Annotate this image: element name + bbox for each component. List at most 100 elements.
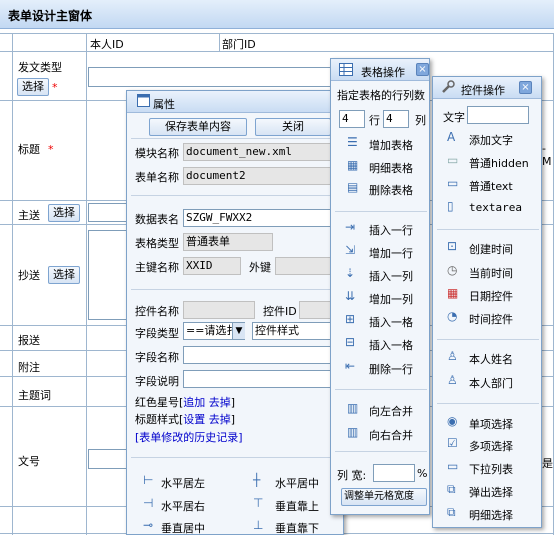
module-name-input[interactable]: document_new.xml xyxy=(183,143,343,161)
table-ops-header[interactable]: 表格操作 × xyxy=(331,59,429,81)
merge-right-icon[interactable]: ▥ xyxy=(347,425,358,439)
align-left-icon[interactable]: ⊢ xyxy=(143,473,153,487)
align-left-button[interactable]: 水平居左 xyxy=(161,475,205,491)
delete-table-button[interactable]: 删除表格 xyxy=(369,182,413,198)
align-vcenter-button[interactable]: 垂直居中 xyxy=(161,520,205,535)
title-style-set-link[interactable]: 设置 xyxy=(183,413,205,426)
align-bottom-button[interactable]: 垂直靠下 xyxy=(275,520,319,535)
align-hcenter-button[interactable]: 水平居中 xyxy=(275,475,319,491)
detail-table-icon[interactable]: ▦ xyxy=(347,158,358,172)
time-control-icon[interactable]: ◔ xyxy=(447,309,457,323)
form-name-input[interactable]: document2 xyxy=(183,167,343,185)
add-table-icon[interactable]: ☰ xyxy=(347,135,358,149)
time-control-button[interactable]: 时间控件 xyxy=(469,311,513,327)
align-vcenter-icon[interactable]: ⊸ xyxy=(143,518,153,532)
insert-cell-2-button[interactable]: 插入一格 xyxy=(369,337,413,353)
dropdown-icon[interactable]: ▭ xyxy=(447,459,458,473)
db-table-input[interactable]: SZGW_FWXX2 xyxy=(183,209,343,227)
append-col-button[interactable]: 增加一列 xyxy=(369,291,413,307)
align-bottom-icon[interactable]: ⊥ xyxy=(253,518,263,532)
create-time-icon[interactable]: ⊡ xyxy=(447,239,457,253)
save-form-button[interactable]: 保存表单内容 xyxy=(149,118,247,136)
clock-icon[interactable]: ◷ xyxy=(447,263,457,277)
detail-select-button[interactable]: 明细选择 xyxy=(469,507,513,523)
pk-name-input[interactable]: XXID xyxy=(183,257,241,275)
delete-table-icon[interactable]: ▤ xyxy=(347,180,358,194)
align-top-icon[interactable]: ⊤ xyxy=(253,496,263,510)
control-name-input[interactable] xyxy=(183,301,255,319)
dropdown-button[interactable]: 下拉列表 xyxy=(469,461,513,477)
detail-table-button[interactable]: 明细表格 xyxy=(369,160,413,176)
insert-cell-button[interactable]: 插入一格 xyxy=(369,314,413,330)
table-type-input[interactable]: 普通表单 xyxy=(183,233,273,251)
text-field-icon[interactable]: ▭ xyxy=(447,176,458,190)
field-name-input[interactable] xyxy=(183,346,343,364)
close-button[interactable]: 关闭 xyxy=(255,118,331,136)
insert-cell-icon[interactable]: ⊞ xyxy=(345,312,355,326)
insert-cell-2-icon[interactable]: ⊟ xyxy=(345,335,355,349)
red-star-add-link[interactable]: 追加 xyxy=(183,396,205,409)
append-col-icon[interactable]: ⇊ xyxy=(345,289,355,303)
col-width-input[interactable] xyxy=(373,464,415,482)
self-dept-button[interactable]: 本人部门 xyxy=(469,375,513,391)
text-input[interactable] xyxy=(467,106,529,124)
insert-row-icon[interactable]: ⇥ xyxy=(345,220,355,234)
doc-type-select-button[interactable]: 选择 xyxy=(17,78,49,96)
calendar-icon[interactable]: ▦ xyxy=(447,286,458,300)
self-name-button[interactable]: 本人姓名 xyxy=(469,351,513,367)
radio-icon[interactable]: ◉ xyxy=(447,414,457,428)
append-row-button[interactable]: 增加一行 xyxy=(369,245,413,261)
adjust-width-button[interactable]: 调整单元格宽度 xyxy=(341,488,427,506)
merge-left-button[interactable]: 向左合并 xyxy=(369,403,413,419)
add-table-button[interactable]: 增加表格 xyxy=(369,137,413,153)
current-time-button[interactable]: 当前时间 xyxy=(469,265,513,281)
detail-select-icon[interactable]: ⧉ xyxy=(447,505,456,520)
doc-type-field[interactable] xyxy=(88,67,334,87)
merge-right-button[interactable]: 向右合并 xyxy=(369,427,413,443)
main-send-select-button[interactable]: 选择 xyxy=(48,204,80,222)
add-text-button[interactable]: 添加文字 xyxy=(469,132,513,148)
hidden-field-button[interactable]: 普通hidden xyxy=(469,155,529,171)
textarea-button[interactable]: textarea xyxy=(469,201,522,214)
user-icon[interactable]: ♙ xyxy=(447,349,458,363)
checkbox-icon[interactable]: ☑ xyxy=(447,436,458,450)
align-hcenter-icon[interactable]: ┼ xyxy=(253,473,260,487)
users-icon[interactable]: ♙ xyxy=(447,373,458,387)
row-label-title: 标题 xyxy=(18,143,40,156)
popup-select-button[interactable]: 弹出选择 xyxy=(469,484,513,500)
date-control-button[interactable]: 日期控件 xyxy=(469,288,513,304)
red-star-remove-link[interactable]: 去掉 xyxy=(209,396,231,409)
hidden-field-icon[interactable]: ▭ xyxy=(447,153,458,167)
align-right-button[interactable]: 水平居右 xyxy=(161,498,205,514)
create-time-button[interactable]: 创建时间 xyxy=(469,241,513,257)
close-icon[interactable]: × xyxy=(519,81,532,94)
red-star-row: 红色星号[追加 去掉] xyxy=(135,396,236,409)
control-ops-header[interactable]: 控件操作 × xyxy=(433,77,541,99)
textarea-icon[interactable]: ▯ xyxy=(447,199,454,213)
insert-row-button[interactable]: 插入一行 xyxy=(369,222,413,238)
delete-row-icon[interactable]: ⇤ xyxy=(345,359,355,373)
field-desc-input[interactable] xyxy=(183,370,343,388)
add-text-icon[interactable]: A xyxy=(447,130,455,144)
insert-col-icon[interactable]: ⇣ xyxy=(345,266,355,280)
chevron-down-icon[interactable]: ▼ xyxy=(232,323,245,339)
text-field-button[interactable]: 普通text xyxy=(469,178,513,194)
insert-col-button[interactable]: 插入一列 xyxy=(369,268,413,284)
attribute-panel-header[interactable]: 属性 xyxy=(127,91,343,113)
close-icon[interactable]: × xyxy=(416,63,429,76)
table-rows-input[interactable]: 4 xyxy=(339,110,365,128)
title-style-remove-link[interactable]: 去掉 xyxy=(209,413,231,426)
align-right-icon[interactable]: ⊣ xyxy=(143,496,153,510)
table-cols-input[interactable]: 4 xyxy=(383,110,409,128)
history-link[interactable]: [表单修改的历史记录] xyxy=(135,429,243,445)
merge-left-icon[interactable]: ▥ xyxy=(347,401,358,415)
delete-row-button[interactable]: 删除一行 xyxy=(369,361,413,377)
single-select-button[interactable]: 单项选择 xyxy=(469,416,513,432)
multi-select-button[interactable]: 多项选择 xyxy=(469,438,513,454)
red-star-label: 红色星号 xyxy=(135,396,179,409)
history-link-text[interactable]: 表单修改的历史记录 xyxy=(139,431,238,444)
cc-select-button[interactable]: 选择 xyxy=(48,266,80,284)
append-row-icon[interactable]: ⇲ xyxy=(345,243,355,257)
popup-select-icon[interactable]: ⧉ xyxy=(447,482,456,497)
align-top-button[interactable]: 垂直靠上 xyxy=(275,498,319,514)
